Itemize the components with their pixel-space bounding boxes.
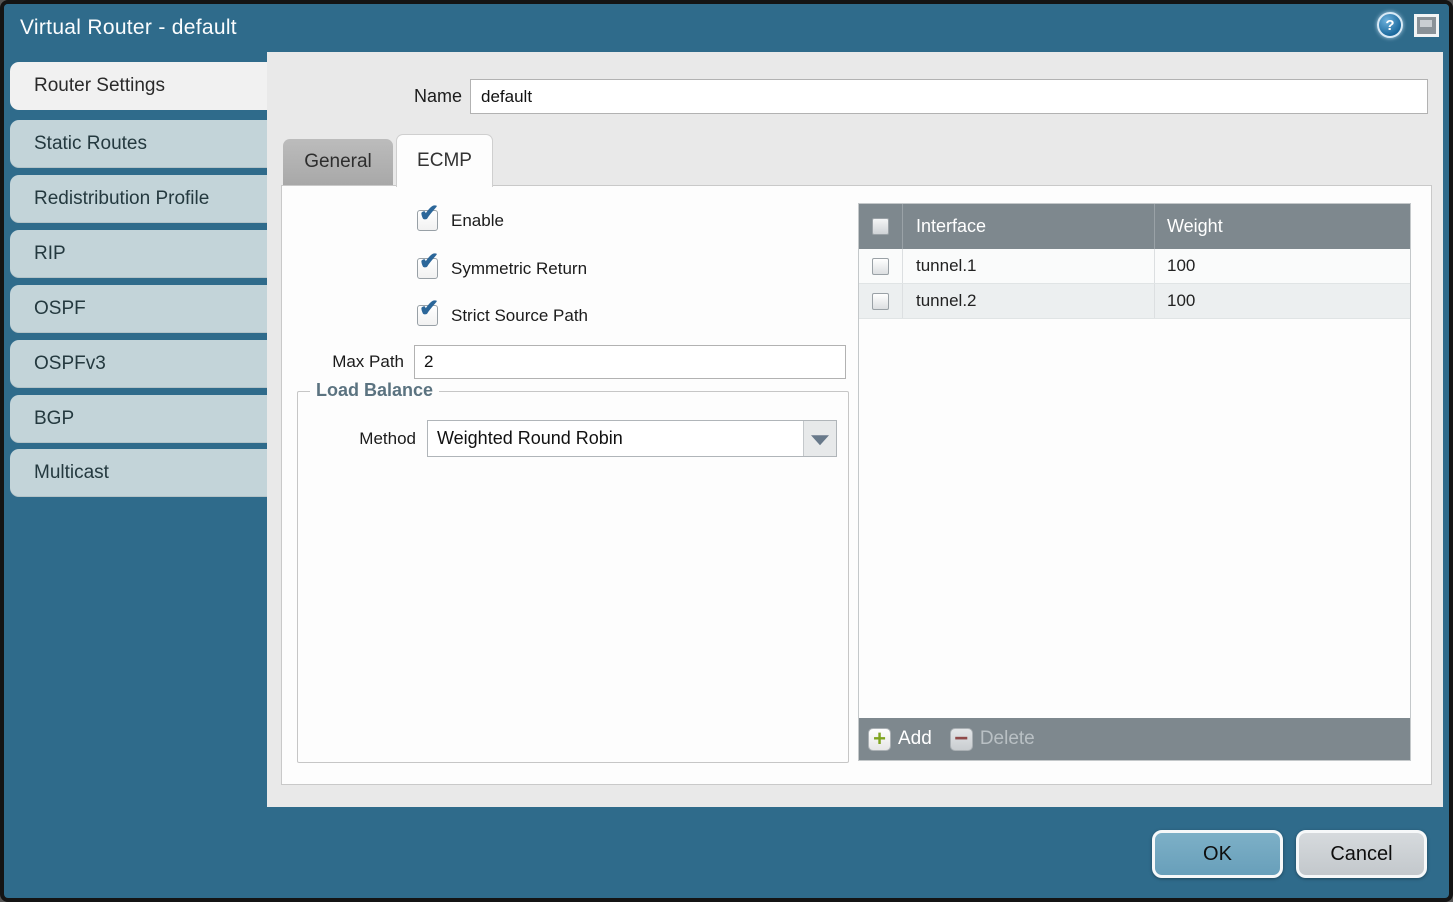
help-icon[interactable]: ?: [1377, 12, 1403, 38]
sidebar-item-label: Multicast: [34, 462, 109, 484]
window-restore-icon[interactable]: [1414, 14, 1439, 37]
checkbox-checked-icon: ✔: [419, 250, 439, 274]
interface-table: Interface Weight tunnel.1 100 tunnel.2 1…: [858, 203, 1411, 761]
ok-button[interactable]: OK: [1152, 830, 1283, 878]
sidebar-item-static-routes[interactable]: Static Routes: [10, 120, 267, 168]
max-path-label: Max Path: [282, 352, 404, 372]
sidebar-item-label: Router Settings: [34, 75, 165, 97]
sidebar-item-rip[interactable]: RIP: [10, 230, 267, 278]
sidebar-item-ospf[interactable]: OSPF: [10, 285, 267, 333]
cell-weight: 100: [1155, 249, 1410, 283]
sidebar-item-bgp[interactable]: BGP: [10, 395, 267, 443]
max-path-input[interactable]: [414, 345, 846, 379]
tab-label: ECMP: [417, 150, 472, 172]
virtual-router-dialog: Virtual Router - default ? Router Settin…: [0, 0, 1453, 902]
cancel-button[interactable]: Cancel: [1296, 830, 1427, 878]
strict-source-path-row: ✔ Strict Source Path: [417, 305, 588, 326]
method-selected-value: Weighted Round Robin: [428, 421, 836, 456]
window-title: Virtual Router - default: [20, 16, 237, 40]
enable-label: Enable: [451, 211, 504, 231]
symmetric-return-label: Symmetric Return: [451, 259, 587, 279]
load-balance-group: Load Balance Method Weighted Round Robin: [297, 391, 849, 763]
add-label: Add: [898, 728, 932, 750]
method-row: Method Weighted Round Robin: [298, 420, 837, 457]
sidebar-item-label: RIP: [34, 243, 66, 265]
method-select[interactable]: Weighted Round Robin: [427, 420, 837, 457]
minus-icon: −: [950, 728, 973, 751]
tab-general[interactable]: General: [283, 139, 393, 185]
ecmp-panel: ✔ Enable ✔ Symmetric Return ✔ Strict Sou…: [281, 185, 1432, 785]
delete-button[interactable]: − Delete: [950, 728, 1035, 751]
name-label: Name: [350, 86, 462, 107]
cell-interface: tunnel.2: [903, 284, 1155, 318]
help-glyph: ?: [1385, 17, 1394, 34]
table-header: Interface Weight: [859, 204, 1410, 249]
sidebar-item-label: OSPFv3: [34, 353, 106, 375]
strict-source-path-label: Strict Source Path: [451, 306, 588, 326]
add-button[interactable]: + Add: [868, 728, 932, 751]
ok-label: OK: [1203, 843, 1232, 866]
row-checkbox[interactable]: [872, 293, 889, 310]
sidebar-item-multicast[interactable]: Multicast: [10, 449, 267, 497]
tab-ecmp[interactable]: ECMP: [396, 134, 493, 187]
tab-label: General: [304, 151, 372, 173]
column-header-interface: Interface: [916, 216, 986, 237]
sidebar-item-label: OSPF: [34, 298, 86, 320]
enable-row: ✔ Enable: [417, 210, 504, 231]
strict-source-path-checkbox[interactable]: ✔: [417, 305, 438, 326]
symmetric-return-checkbox[interactable]: ✔: [417, 258, 438, 279]
enable-checkbox[interactable]: ✔: [417, 210, 438, 231]
table-empty-area: [859, 319, 1410, 718]
sidebar-item-label: Redistribution Profile: [34, 188, 209, 210]
sidebar-item-label: Static Routes: [34, 133, 147, 155]
row-checkbox[interactable]: [872, 258, 889, 275]
column-header-weight: Weight: [1167, 216, 1223, 237]
symmetric-return-row: ✔ Symmetric Return: [417, 258, 587, 279]
titlebar: Virtual Router - default ?: [4, 4, 1449, 52]
cell-weight: 100: [1155, 284, 1410, 318]
table-toolbar: + Add − Delete: [859, 718, 1410, 760]
table-row[interactable]: tunnel.2 100: [859, 284, 1410, 319]
select-all-checkbox[interactable]: [872, 218, 889, 235]
sidebar-item-label: BGP: [34, 408, 74, 430]
cell-interface: tunnel.1: [903, 249, 1155, 283]
sidebar-item-router-settings[interactable]: Router Settings: [10, 62, 267, 110]
load-balance-legend: Load Balance: [310, 380, 439, 401]
name-input[interactable]: [470, 79, 1428, 114]
sidebar-item-ospfv3[interactable]: OSPFv3: [10, 340, 267, 388]
chevron-down-icon[interactable]: [803, 421, 836, 456]
delete-label: Delete: [980, 728, 1035, 750]
table-row[interactable]: tunnel.1 100: [859, 249, 1410, 284]
plus-icon: +: [868, 728, 891, 751]
checkbox-checked-icon: ✔: [419, 297, 439, 321]
method-label: Method: [298, 429, 416, 449]
cancel-label: Cancel: [1330, 843, 1392, 866]
sidebar-item-redistribution-profile[interactable]: Redistribution Profile: [10, 175, 267, 223]
checkbox-checked-icon: ✔: [419, 202, 439, 226]
